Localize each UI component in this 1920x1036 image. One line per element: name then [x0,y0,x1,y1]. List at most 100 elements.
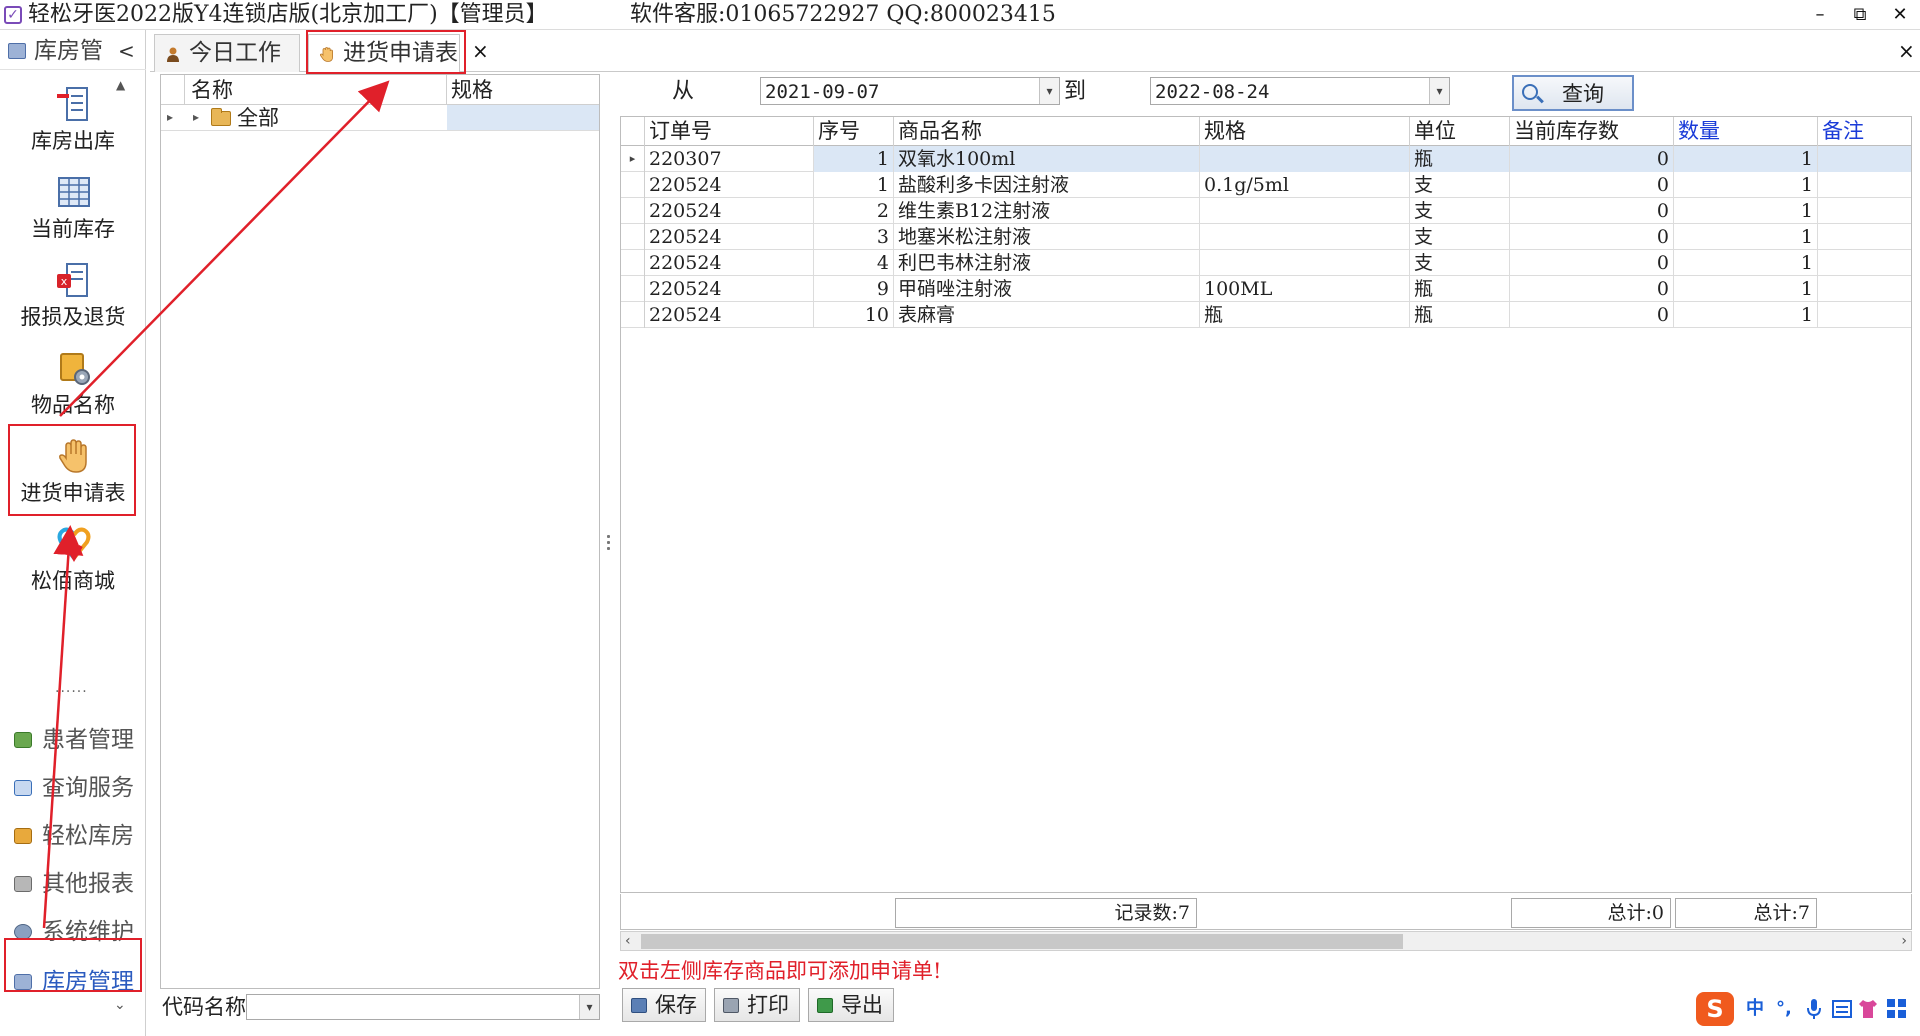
horizontal-scrollbar[interactable]: ‹ › [620,931,1912,951]
code-filter-combo[interactable]: ▾ [246,994,600,1020]
table-cell[interactable]: 100ML [1200,276,1410,302]
sidebar-header[interactable]: 库房管 < [0,34,146,70]
table-cell[interactable]: 1 [1674,276,1818,302]
scroll-right-icon[interactable]: › [1901,932,1907,950]
table-row[interactable]: 220524 3 地塞米松注射液 支 0 1 [621,224,1911,250]
grid-column-header[interactable]: 当前库存数 [1510,117,1674,146]
table-cell[interactable]: 1 [814,146,894,172]
table-cell[interactable]: 220524 [645,172,814,198]
grid-column-header[interactable]: 规格 [1200,117,1410,146]
table-cell[interactable]: 2 [814,198,894,224]
ime-toolbar[interactable]: S 中 °, [1696,988,1920,1032]
grid-column-header[interactable]: 序号 [814,117,894,146]
tree-row-root[interactable]: ▸ ▸ 全部 [161,105,599,131]
tree-col-divider[interactable] [446,75,447,105]
table-cell[interactable]: 220524 [645,250,814,276]
table-cell[interactable]: 1 [1674,172,1818,198]
tool-inventory[interactable]: 当前库存 [10,168,136,252]
scrollbar-thumb[interactable] [641,934,1403,949]
restore-button[interactable]: ⧉ [1840,2,1880,28]
tree-col-name[interactable]: 名称 [191,77,233,103]
table-cell[interactable]: 地塞米松注射液 [894,224,1200,250]
scroll-down-icon[interactable]: ⌄ [114,998,126,1012]
table-cell[interactable]: 表麻膏 [894,302,1200,328]
table-cell[interactable]: 瓶 [1200,302,1410,328]
save-button[interactable]: 保存 [622,988,706,1022]
chevron-down-icon[interactable]: ▾ [1429,78,1449,104]
table-cell[interactable]: 支 [1410,198,1510,224]
grid-column-header[interactable]: 订单号 [645,117,814,146]
tool-loss-return[interactable]: x 报损及退货 [10,256,136,340]
table-cell[interactable]: 10 [814,302,894,328]
table-cell[interactable] [1200,198,1410,224]
expand-icon[interactable]: ▸ [193,109,199,125]
punctuation-icon[interactable]: °, [1776,998,1792,1020]
table-cell[interactable] [1200,224,1410,250]
table-row[interactable]: ▸ 220307 1 双氧水100ml 瓶 0 1 [621,146,1911,172]
table-cell[interactable]: 0 [1510,172,1674,198]
table-cell[interactable]: 220307 [645,146,814,172]
table-cell[interactable]: 瓶 [1410,276,1510,302]
table-cell[interactable] [1818,198,1911,224]
tool-outbound[interactable]: 库房出库 [10,80,136,164]
table-cell[interactable]: 4 [814,250,894,276]
table-cell[interactable]: 1 [1674,302,1818,328]
microphone-icon[interactable] [1806,998,1822,1020]
toolbox-grid-icon[interactable] [1886,998,1908,1020]
table-cell[interactable]: 0.1g/5ml [1200,172,1410,198]
table-cell[interactable]: 1 [1674,224,1818,250]
table-row[interactable]: 220524 1 盐酸利多卡因注射液 0.1g/5ml 支 0 1 [621,172,1911,198]
table-cell[interactable]: 3 [814,224,894,250]
grid-column-header[interactable]: 备注 [1818,117,1911,146]
table-cell[interactable]: 220524 [645,224,814,250]
ime-mode-indicator[interactable]: 中 [1746,998,1764,1020]
keyboard-icon[interactable] [1832,1000,1852,1018]
table-cell[interactable]: 1 [1674,146,1818,172]
query-button[interactable]: 查询 [1512,75,1634,111]
scroll-left-icon[interactable]: ‹ [625,932,631,950]
table-cell[interactable]: 瓶 [1410,302,1510,328]
table-cell[interactable]: 甲硝唑注射液 [894,276,1200,302]
chevron-down-icon[interactable]: ▾ [579,995,599,1019]
table-cell[interactable]: 9 [814,276,894,302]
table-cell[interactable]: 支 [1410,250,1510,276]
tree-col-spec[interactable]: 规格 [451,77,493,103]
chevron-down-icon[interactable]: ▾ [1039,78,1059,104]
skin-shirt-icon[interactable] [1858,998,1878,1020]
table-cell[interactable] [1200,146,1410,172]
grid-column-header[interactable]: 单位 [1410,117,1510,146]
nav-patient-management[interactable]: 患者管理 [4,720,142,760]
table-cell[interactable]: 0 [1510,146,1674,172]
minimize-button[interactable]: – [1800,2,1840,28]
table-cell[interactable]: 220524 [645,198,814,224]
table-cell[interactable] [1818,250,1911,276]
table-cell[interactable] [1818,276,1911,302]
print-button[interactable]: 打印 [714,988,800,1022]
from-date-picker[interactable]: 2021-09-07 ▾ [760,77,1060,105]
table-cell[interactable]: 0 [1510,224,1674,250]
tool-mall[interactable]: 松佰商城 [10,520,136,604]
table-row[interactable]: 220524 4 利巴韦林注射液 支 0 1 [621,250,1911,276]
table-cell[interactable]: 220524 [645,302,814,328]
table-cell[interactable]: 0 [1510,250,1674,276]
nav-easy-warehouse[interactable]: 轻松库房 [4,816,142,856]
table-cell[interactable]: 1 [814,172,894,198]
table-cell[interactable]: 盐酸利多卡因注射液 [894,172,1200,198]
table-cell[interactable]: 瓶 [1410,146,1510,172]
grid-column-header[interactable]: 商品名称 [894,117,1200,146]
table-cell[interactable] [1200,250,1410,276]
table-cell[interactable] [1818,224,1911,250]
grid-column-header[interactable]: 数量 [1674,117,1818,146]
table-cell[interactable]: 支 [1410,172,1510,198]
panel-splitter[interactable] [607,535,611,559]
table-cell[interactable]: 0 [1510,302,1674,328]
export-button[interactable]: 导出 [808,988,894,1022]
to-date-picker[interactable]: 2022-08-24 ▾ [1150,77,1450,105]
tab-today-work[interactable]: 今日工作 [154,34,300,72]
tabstrip-close-icon[interactable]: × [1898,38,1915,64]
table-cell[interactable] [1818,302,1911,328]
tab-close-icon[interactable]: × [472,38,489,64]
table-cell[interactable]: 维生素B12注射液 [894,198,1200,224]
close-window-button[interactable]: ✕ [1880,2,1920,28]
table-row[interactable]: 220524 2 维生素B12注射液 支 0 1 [621,198,1911,224]
